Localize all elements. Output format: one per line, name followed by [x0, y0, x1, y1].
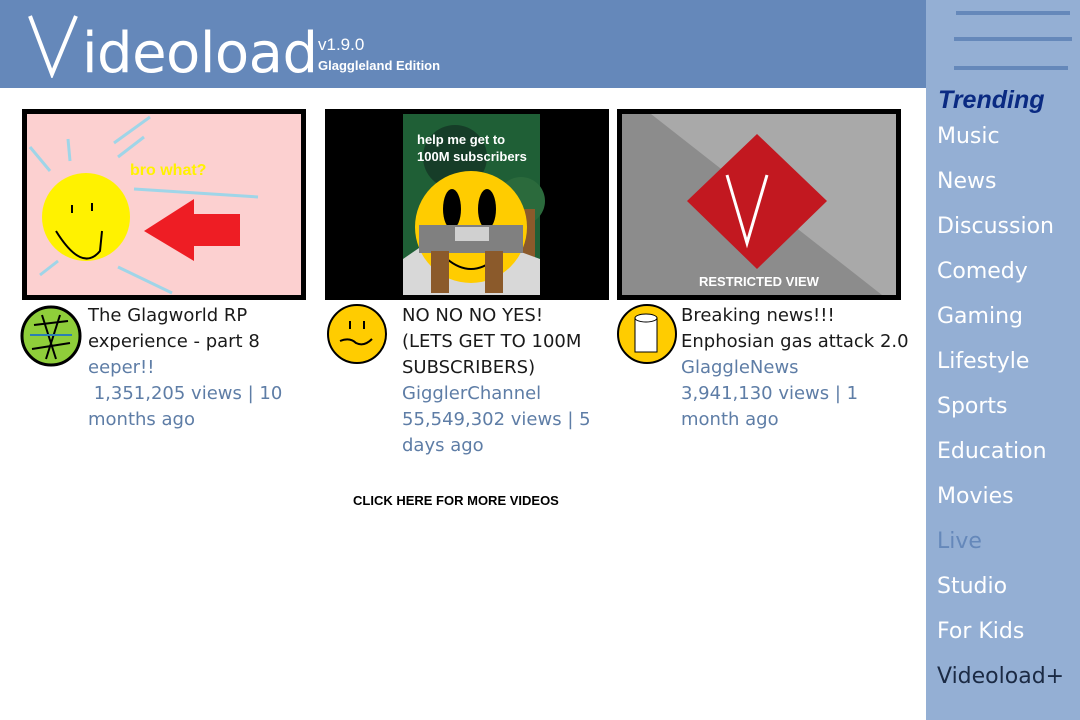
- upload-date-1: months ago: [88, 409, 195, 430]
- thumbnail-text-2a: help me get to: [417, 132, 505, 147]
- logo-v-mark: V: [26, 12, 78, 78]
- video-title-1[interactable]: The Glagworld RP experience - part 8: [88, 303, 260, 355]
- channel-avatar-2[interactable]: [326, 303, 388, 365]
- view-count-3: 3,941,130 views | 1: [681, 383, 859, 404]
- video-meta-2: GigglerChannel 55,549,302 views | 5 days…: [402, 381, 591, 459]
- sidebar-item-discussion[interactable]: Discussion: [937, 214, 1054, 239]
- upload-date-2: days ago: [402, 435, 484, 456]
- header: V ideoload v1.9.0 Glaggleland Edition: [0, 0, 926, 88]
- edition-label: Glaggleland Edition: [318, 58, 441, 73]
- channel-name-1[interactable]: eeper!!: [88, 355, 282, 381]
- channel-name-3[interactable]: GlaggleNews: [681, 355, 858, 381]
- view-count-1: 1,351,205 views | 10: [88, 383, 283, 404]
- sidebar-item-videoload-plus[interactable]: Videoload+: [937, 664, 1064, 689]
- view-count-2: 55,549,302 views | 5: [402, 409, 591, 430]
- svg-text:V: V: [26, 12, 37, 16]
- sidebar-item-education[interactable]: Education: [937, 439, 1047, 464]
- video-title-2[interactable]: NO NO NO YES! (LETS GET TO 100M SUBSCRIB…: [402, 303, 581, 381]
- hamburger-menu-icon[interactable]: [926, 0, 1080, 85]
- thumbnail-text-2b: 100M subscribers: [417, 149, 527, 164]
- sidebar-item-gaming[interactable]: Gaming: [937, 304, 1023, 329]
- channel-avatar-1[interactable]: [20, 305, 82, 367]
- sidebar-item-lifestyle[interactable]: Lifestyle: [937, 349, 1029, 374]
- video-title-3[interactable]: Breaking news!!! Enphosian gas attack 2.…: [681, 303, 909, 355]
- more-videos-link[interactable]: CLICK HERE FOR MORE VIDEOS: [353, 493, 559, 508]
- upload-date-3: month ago: [681, 409, 779, 430]
- sidebar-item-for-kids[interactable]: For Kids: [937, 619, 1024, 644]
- version-label: v1.9.0: [318, 35, 365, 54]
- video-thumbnail-1[interactable]: bro what?: [22, 109, 306, 300]
- channel-avatar-3[interactable]: [616, 303, 678, 365]
- sidebar-item-studio[interactable]: Studio: [937, 574, 1007, 599]
- sidebar-item-live[interactable]: Live: [937, 529, 982, 554]
- sidebar: Trending Music News Discussion Comedy Ga…: [926, 0, 1080, 720]
- sidebar-item-movies[interactable]: Movies: [937, 484, 1014, 509]
- sidebar-item-comedy[interactable]: Comedy: [937, 259, 1028, 284]
- thumbnail-text-1: bro what?: [130, 162, 206, 179]
- restricted-view-label: RESTRICTED VIEW: [699, 274, 820, 289]
- sidebar-item-news[interactable]: News: [937, 169, 996, 194]
- sidebar-item-sports[interactable]: Sports: [937, 394, 1008, 419]
- video-thumbnail-2[interactable]: help me get to 100M subscribers: [325, 109, 609, 300]
- channel-name-2[interactable]: GigglerChannel: [402, 381, 591, 407]
- video-meta-1: eeper!! 1,351,205 views | 10 months ago: [88, 355, 282, 433]
- sidebar-item-music[interactable]: Music: [937, 124, 1000, 149]
- video-thumbnail-3[interactable]: RESTRICTED VIEW: [617, 109, 901, 300]
- logo-text[interactable]: ideoload: [82, 14, 318, 94]
- sidebar-trending[interactable]: Trending: [938, 86, 1044, 115]
- video-meta-3: GlaggleNews 3,941,130 views | 1 month ag…: [681, 355, 858, 433]
